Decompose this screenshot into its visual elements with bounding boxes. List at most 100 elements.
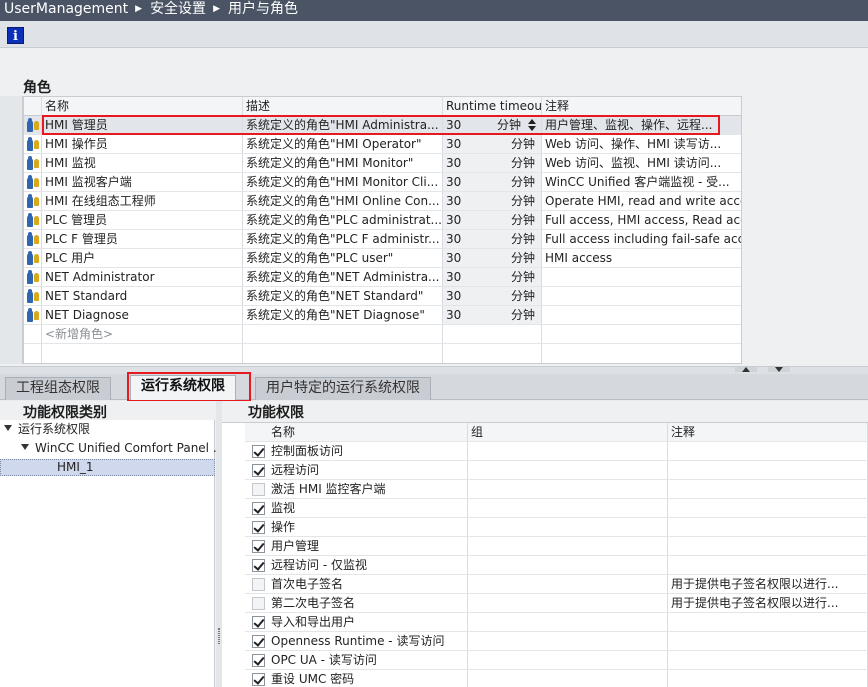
role-timeout[interactable]: 30 分钟 <box>443 268 542 287</box>
permission-checkbox[interactable] <box>252 635 265 648</box>
timeout-value[interactable]: 30 <box>446 213 461 227</box>
permission-row[interactable]: 远程访问 - 仅监视 <box>245 556 868 575</box>
role-name[interactable]: PLC 用户 <box>42 249 243 268</box>
role-name[interactable]: PLC 管理员 <box>42 211 243 230</box>
role-name[interactable]: HMI 操作员 <box>42 135 243 154</box>
role-name[interactable]: PLC F 管理员 <box>42 230 243 249</box>
tab-engineering-rights[interactable]: 工程组态权限 <box>5 377 111 400</box>
timeout-value[interactable]: 30 <box>446 308 461 322</box>
role-name[interactable]: HMI 在线组态工程师 <box>42 192 243 211</box>
role-timeout[interactable]: 30 分钟 <box>443 173 542 192</box>
tree-node-hmi1[interactable]: HMI_1 <box>0 459 215 476</box>
permission-checkbox[interactable] <box>252 654 265 667</box>
permission-checkbox[interactable] <box>252 521 265 534</box>
permission-checkbox[interactable] <box>252 502 265 515</box>
role-row[interactable]: HMI 管理员 系统定义的角色"HMI Administra... 30 分钟 用户管理… <box>24 116 741 135</box>
permission-checkbox[interactable] <box>252 616 265 629</box>
role-row[interactable]: PLC F 管理员 系统定义的角色"PLC F administr... 30 分钟 F… <box>24 230 741 249</box>
spinner-icon[interactable] <box>527 118 538 132</box>
permission-row[interactable]: Openness Runtime - 读写访问 <box>245 632 868 651</box>
permission-row[interactable]: 操作 <box>245 518 868 537</box>
role-row[interactable]: NET Standard 系统定义的角色"NET Standard" 30 分钟 <box>24 287 741 306</box>
tree-node-runtime-rights[interactable]: 运行系统权限 <box>4 420 90 438</box>
permission-row[interactable]: 远程访问 <box>245 461 868 480</box>
permission-name: 控制面板访问 <box>271 444 344 458</box>
role-timeout[interactable]: 30 分钟 <box>443 192 542 211</box>
permission-row[interactable]: 第二次电子签名 用于提供电子签名权限以进行... <box>245 594 868 613</box>
role-row[interactable]: HMI 监视客户端 系统定义的角色"HMI Monitor Cli... 30 分钟 W… <box>24 173 741 192</box>
column-header-name[interactable]: 名称 <box>245 423 468 442</box>
timeout-value[interactable]: 30 <box>446 175 461 189</box>
permission-checkbox[interactable] <box>252 559 265 572</box>
role-timeout[interactable]: 30 分钟 <box>443 249 542 268</box>
column-header-description[interactable]: 描述 <box>243 97 443 116</box>
info-icon[interactable]: i <box>7 27 24 44</box>
timeout-value[interactable]: 30 <box>446 194 461 208</box>
permission-row[interactable]: OPC UA - 读写访问 <box>245 651 868 670</box>
permission-checkbox[interactable] <box>252 578 265 591</box>
role-timeout[interactable]: 30 分钟 <box>443 135 542 154</box>
permission-checkbox[interactable] <box>252 673 265 686</box>
column-header-group[interactable]: 组 <box>468 423 668 442</box>
timeout-value[interactable]: 30 <box>446 270 461 284</box>
permission-row[interactable]: 首次电子签名 用于提供电子签名权限以进行... <box>245 575 868 594</box>
role-timeout[interactable]: 30 分钟 <box>443 287 542 306</box>
breadcrumb-item[interactable]: UserManagement <box>4 1 128 17</box>
timeout-value[interactable]: 30 <box>446 251 461 265</box>
breadcrumb-item[interactable]: 安全设置 <box>150 1 206 17</box>
role-name[interactable]: HMI 监视客户端 <box>42 173 243 192</box>
role-name[interactable]: HMI 管理员 <box>42 116 243 135</box>
collapse-up-icon[interactable] <box>735 367 757 372</box>
permission-row[interactable]: 控制面板访问 <box>245 442 868 461</box>
column-header-name[interactable]: 名称 <box>42 97 243 116</box>
splitter-grip-icon[interactable] <box>218 628 220 644</box>
permission-name: 首次电子签名 <box>271 577 344 591</box>
role-timeout[interactable]: 30 分钟 <box>443 211 542 230</box>
role-name[interactable]: NET Diagnose <box>42 306 243 325</box>
role-row[interactable]: HMI 操作员 系统定义的角色"HMI Operator" 30 分钟 Web 访问、操… <box>24 135 741 154</box>
permission-row[interactable]: 重设 UMC 密码 <box>245 670 868 687</box>
add-role-row[interactable]: <新增角色> <box>24 325 741 344</box>
tab-user-specific-runtime-rights[interactable]: 用户特定的运行系统权限 <box>255 377 431 400</box>
tree-node-comfort-panel[interactable]: WinCC Unified Comfort Panel ... <box>21 439 224 457</box>
permission-name-cell: 首次电子签名 <box>245 575 468 594</box>
permission-checkbox[interactable] <box>252 483 265 496</box>
permission-row[interactable]: 用户管理 <box>245 537 868 556</box>
collapse-down-icon[interactable] <box>768 367 790 372</box>
role-name[interactable]: HMI 监视 <box>42 154 243 173</box>
permission-checkbox[interactable] <box>252 445 265 458</box>
role-row[interactable]: PLC 用户 系统定义的角色"PLC user" 30 分钟 HMI access <box>24 249 741 268</box>
role-row[interactable]: HMI 在线组态工程师 系统定义的角色"HMI Online Con... 30 分钟… <box>24 192 741 211</box>
timeout-value[interactable]: 30 <box>446 156 461 170</box>
timeout-value[interactable]: 30 <box>446 289 461 303</box>
role-name[interactable]: NET Standard <box>42 287 243 306</box>
permission-row[interactable]: 监视 <box>245 499 868 518</box>
role-row[interactable]: HMI 监视 系统定义的角色"HMI Monitor" 30 分钟 Web 访问、监视、… <box>24 154 741 173</box>
timeout-value[interactable]: 30 <box>446 137 461 151</box>
permission-checkbox[interactable] <box>252 597 265 610</box>
role-row[interactable]: NET Administrator 系统定义的角色"NET Administra.… <box>24 268 741 287</box>
role-icon-cell <box>24 306 42 325</box>
role-timeout[interactable]: 30 分钟 <box>443 306 542 325</box>
role-row[interactable]: NET Diagnose 系统定义的角色"NET Diagnose" 30 分钟 <box>24 306 741 325</box>
add-new-role[interactable]: <新增角色> <box>42 325 243 344</box>
role-timeout[interactable]: 30 分钟 <box>443 154 542 173</box>
expand-arrow-icon[interactable] <box>21 444 29 450</box>
permission-checkbox[interactable] <box>252 540 265 553</box>
empty-cell <box>42 344 243 363</box>
permission-row[interactable]: 激活 HMI 监控客户端 <box>245 480 868 499</box>
timeout-value[interactable]: 30 <box>446 118 461 132</box>
permission-row[interactable]: 导入和导出用户 <box>245 613 868 632</box>
role-timeout[interactable]: 30 分钟 <box>443 116 542 135</box>
breadcrumb-item[interactable]: 用户与角色 <box>228 1 298 17</box>
expand-arrow-icon[interactable] <box>4 425 12 431</box>
timeout-value[interactable]: 30 <box>446 232 461 246</box>
role-name[interactable]: NET Administrator <box>42 268 243 287</box>
tab-runtime-rights[interactable]: 运行系统权限 <box>130 375 236 401</box>
role-row[interactable]: PLC 管理员 系统定义的角色"PLC administrat... 30 分钟 Ful… <box>24 211 741 230</box>
permission-checkbox[interactable] <box>252 464 265 477</box>
role-timeout[interactable]: 30 分钟 <box>443 230 542 249</box>
column-header-comment[interactable]: 注释 <box>542 97 741 116</box>
column-header-comment[interactable]: 注释 <box>668 423 868 442</box>
column-header-runtime-timeout[interactable]: Runtime timeout <box>443 97 542 116</box>
